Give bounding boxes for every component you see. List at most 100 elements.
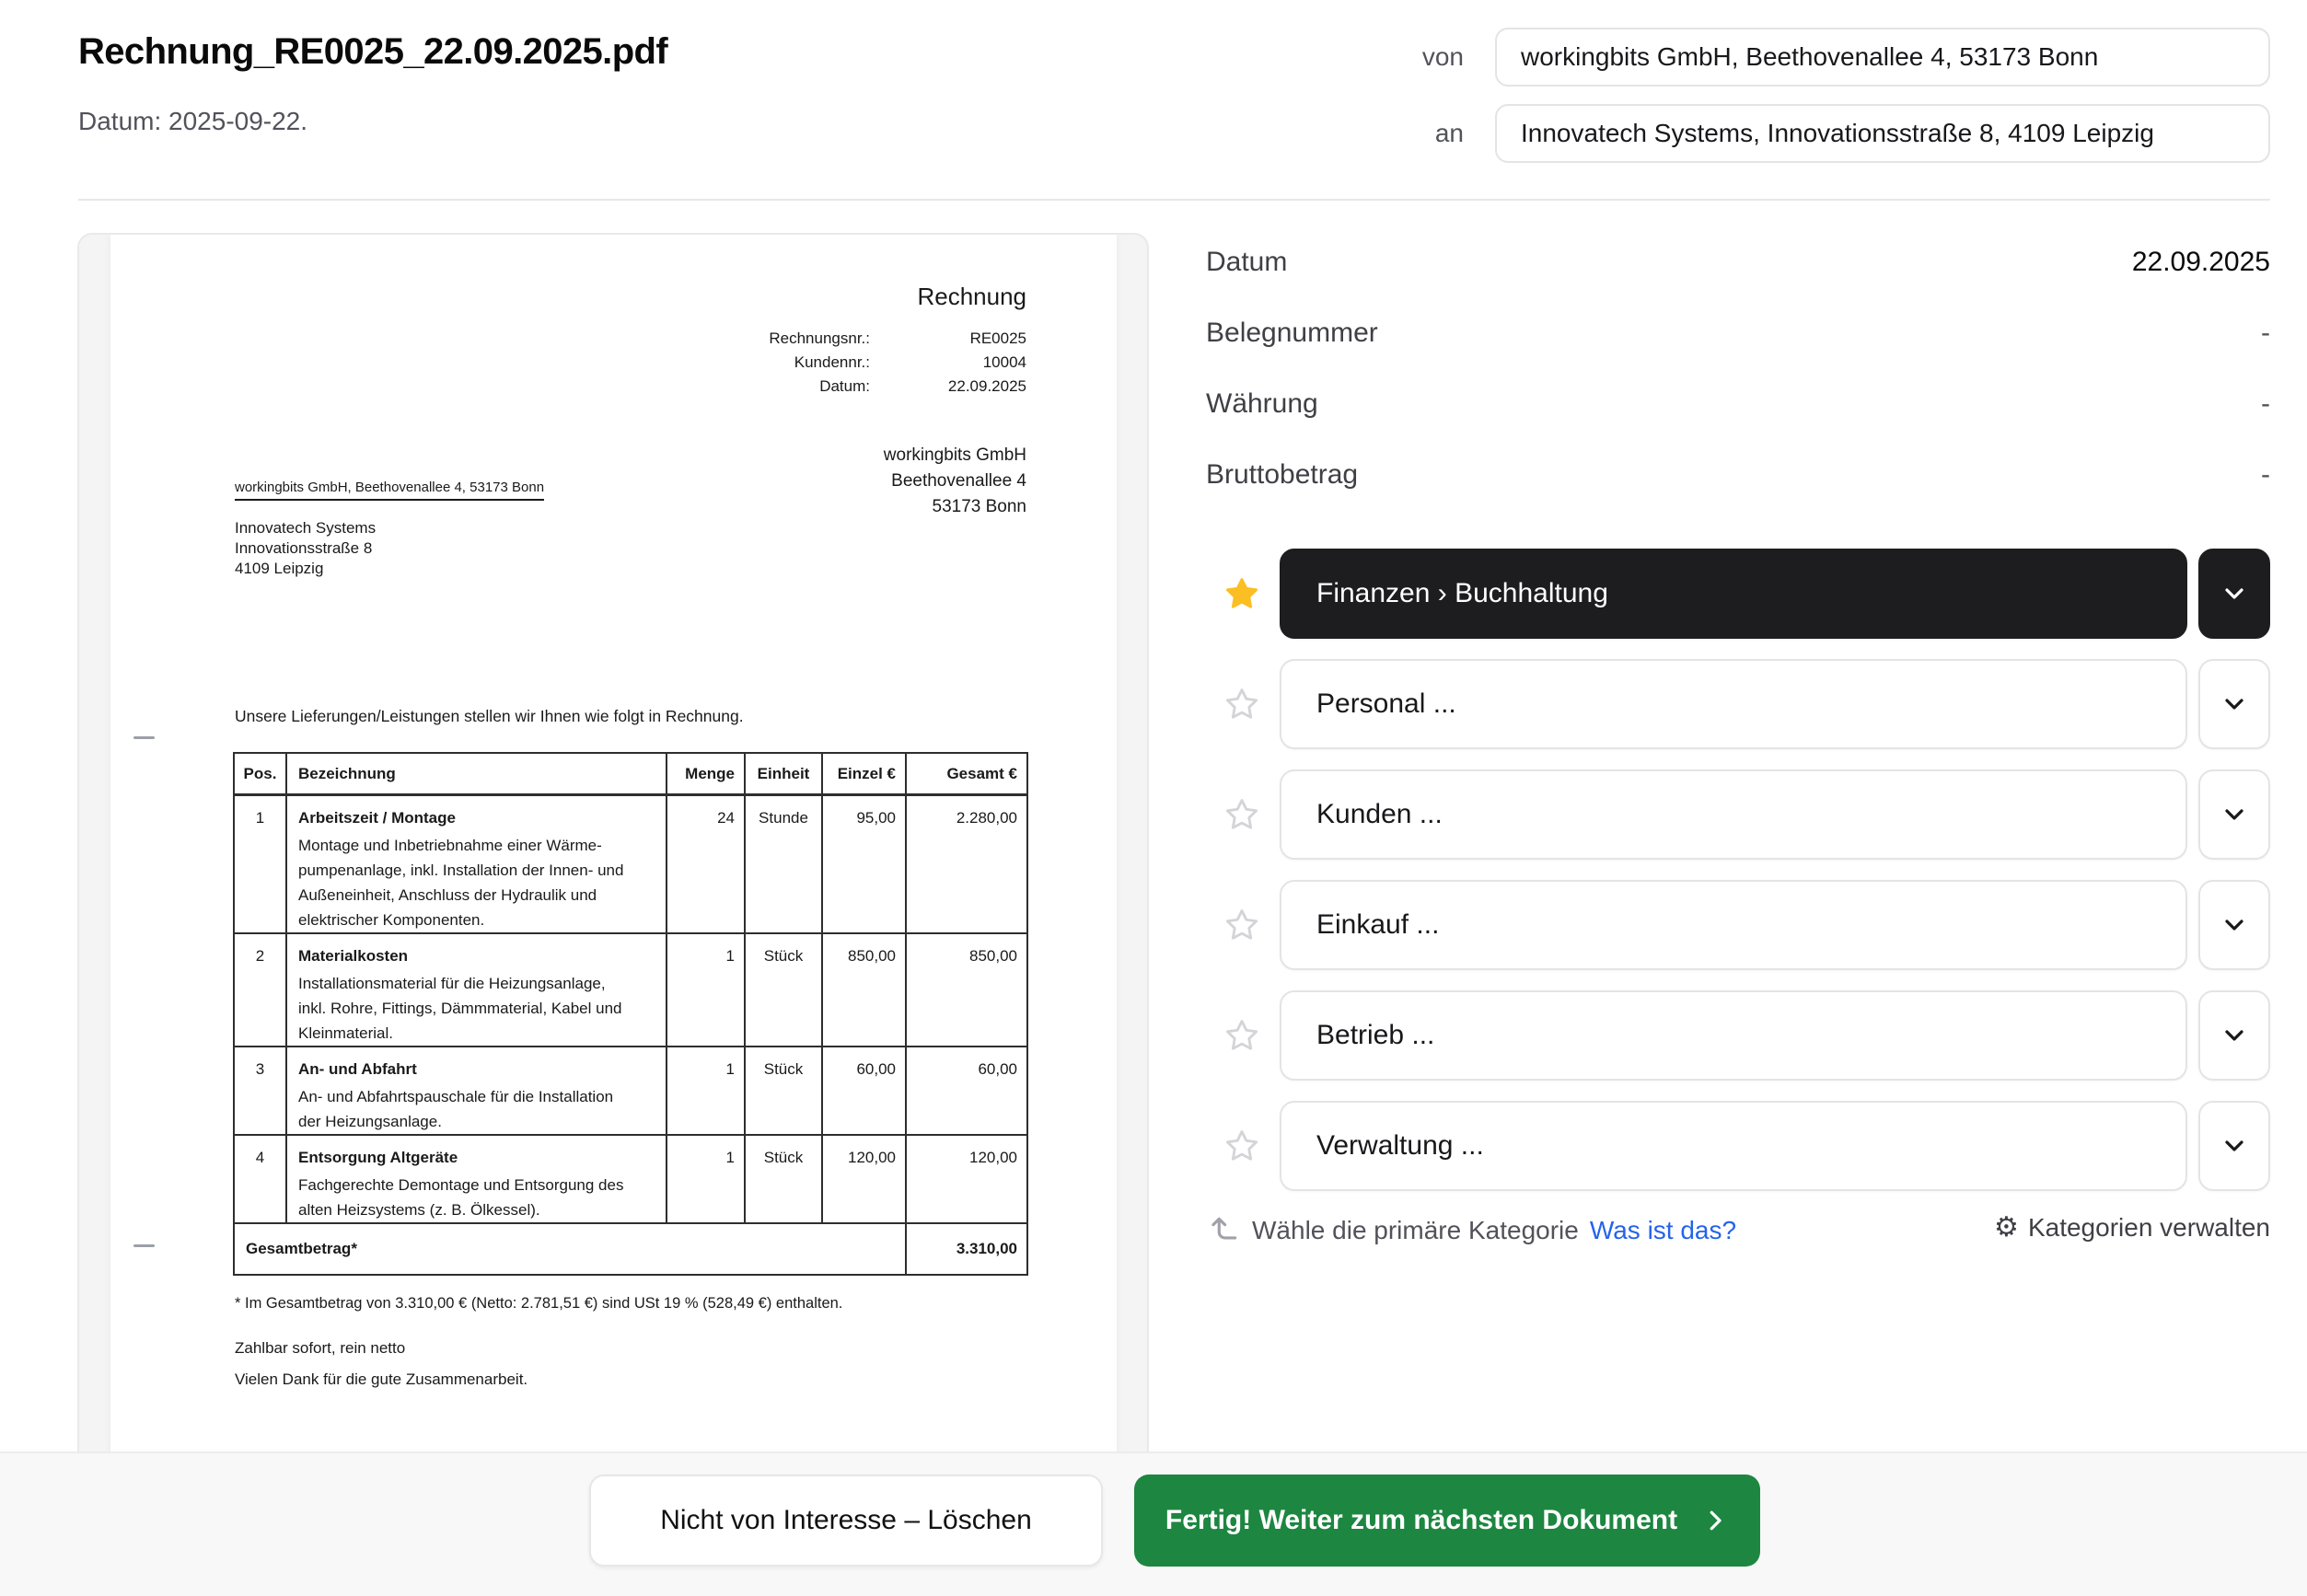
delete-document-button[interactable]: Nicht von Interesse – Löschen [589,1475,1103,1567]
category-button[interactable]: Finanzen › Buchhaltung [1280,549,2187,639]
item-description-line: Installationsmaterial für die Heizungsan… [298,971,655,996]
invoice-table-header-cell: Pos. [235,754,287,793]
invoice-total-label: Gesamtbetrag* [235,1224,907,1274]
item-description: Installationsmaterial für die Heizungsan… [298,971,655,1046]
invoice-meta-row: Datum:22.09.2025 [769,375,1026,399]
metadata-panel: Datum 22.09.2025 Belegnummer- Währung - Brutt… [1206,237,2270,521]
invoice-heading: Rechnung [917,283,1026,311]
to-input[interactable] [1495,104,2270,163]
manage-categories-button[interactable]: ⚙ Kategorien verwalten [1994,1213,2270,1243]
category-list: Finanzen › Buchhaltung Personal ... Kunden… [1206,549,2270,1211]
item-description-cell: Arbeitszeit / Montage Montage und Inbetri… [287,796,667,932]
category-button[interactable]: Personal ... [1280,659,2187,749]
recipient-address-line: Innovatech Systems [235,518,376,538]
invoice-meta-value: 10004 [870,351,1026,375]
metadata-value: 22.09.2025 [2132,247,2270,278]
category-button[interactable]: Kunden ... [1280,769,2187,860]
chevron-down-icon [2220,1131,2249,1161]
done-next-document-label: Fertig! Weiter zum nächsten Dokument [1165,1505,1677,1536]
invoice-total-row: Gesamtbetrag*3.310,00 [235,1224,1026,1274]
item-description-line: pumpenanlage, inkl. Installation der Inn… [298,858,655,883]
category-expand-button[interactable] [2198,990,2270,1081]
category-expand-button[interactable] [2198,769,2270,860]
invoice-table-row: 1Arbeitszeit / MontageMontage und Inbetr… [235,796,1026,934]
done-next-document-button[interactable]: Fertig! Weiter zum nächsten Dokument [1134,1475,1760,1567]
item-pos-cell: 4 [235,1136,287,1222]
item-name: Entsorgung Altgeräte [298,1149,655,1167]
favorite-star-button[interactable] [1206,1101,1280,1191]
invoice-meta-block: Rechnungsnr.:RE0025Kundennr.:10004Datum:… [769,327,1026,399]
invoice-meta-row: Rechnungsnr.:RE0025 [769,327,1026,351]
invoice-meta-value: RE0025 [870,327,1026,351]
metadata-value: - [2261,388,2270,420]
item-unit-price-cell: 95,00 [823,796,907,932]
what-is-this-link[interactable]: Was ist das? [1590,1216,1736,1245]
invoice-intro-text: Unsere Lieferungen/Leistungen stellen wi… [235,707,744,726]
primary-category-hint: Wähle die primäre Kategorie [1252,1216,1579,1245]
metadata-value: - [2261,318,2270,349]
item-pos-cell: 3 [235,1047,287,1134]
item-quantity-cell: 1 [667,1047,746,1134]
invoice-table-row: 2 Materialkosten Installationsmaterial für… [235,934,1026,1047]
item-unit-cell: Stück [746,1047,823,1134]
item-description: Montage und Inbetriebnahme einer Wärme-p… [298,833,655,932]
metadata-row: Belegnummer- [1206,308,2270,379]
star-outline-icon [1224,908,1259,943]
invoice-table-header-cell: Bezeichnung [287,754,667,793]
item-total-cell: 850,00 [907,934,1026,1046]
header-divider [78,199,2270,201]
category-button[interactable]: Verwaltung ... [1280,1101,2187,1191]
recipient-address-line: 4109 Leipzig [235,559,376,579]
favorite-star-button[interactable] [1206,659,1280,749]
item-name: Materialkosten [298,947,655,966]
favorite-star-button[interactable] [1206,549,1280,639]
item-description-line: Außeneinheit, Anschluss der Hydraulik un… [298,883,655,908]
pdf-preview-card[interactable]: Rechnung Rechnungsnr.:RE0025Kundennr.:10… [77,233,1149,1451]
item-pos-cell: 2 [235,934,287,1046]
category-button[interactable]: Betrieb ... [1280,990,2187,1081]
invoice-meta-value: 22.09.2025 [870,375,1026,399]
category-expand-button[interactable] [2198,1101,2270,1191]
favorite-star-button[interactable] [1206,990,1280,1081]
invoice-recipient-address: Innovatech SystemsInnovationsstraße 8410… [235,518,376,579]
item-description: An- und Abfahrtspauschale für die Instal… [298,1084,655,1134]
manage-categories-label: Kategorien verwalten [2028,1213,2270,1243]
favorite-star-button[interactable] [1206,769,1280,860]
star-outline-icon [1224,687,1259,722]
from-input[interactable] [1495,28,2270,87]
item-description-line: Fachgerechte Demontage und Entsorgung de… [298,1173,655,1197]
category-row: Finanzen › Buchhaltung [1206,549,2270,639]
invoice-table-header: Pos.BezeichnungMengeEinheitEinzel €Gesam… [235,754,1026,796]
invoice-table-header-cell: Einheit [746,754,823,793]
category-row: Personal ... [1206,659,2270,749]
metadata-label: Datum [1206,247,1287,278]
item-unit-price-cell: 850,00 [823,934,907,1046]
favorite-star-button[interactable] [1206,880,1280,970]
item-description-line: An- und Abfahrtspauschale für die Instal… [298,1084,655,1109]
category-expand-button[interactable] [2198,659,2270,749]
category-expand-button[interactable] [2198,880,2270,970]
star-filled-icon [1224,576,1259,611]
item-name: An- und Abfahrt [298,1060,655,1079]
metadata-row: Währung - [1206,379,2270,450]
category-row: Einkauf ... [1206,880,2270,970]
invoice-meta-label: Kundennr.: [794,351,870,375]
category-row: Betrieb ... [1206,990,2270,1081]
invoice-meta-label: Rechnungsnr.: [769,327,870,351]
document-date-subtitle: Datum: 2025-09-22. [78,107,307,136]
item-description-cell: An- und Abfahrt An- und Abfahrtspauschale… [287,1047,667,1134]
item-description-line: alten Heizsystems (z. B. Ölkessel). [298,1197,655,1222]
chevron-down-icon [2220,1021,2249,1050]
invoice-meta-row: Kundennr.:10004 [769,351,1026,375]
metadata-label: Bruttobetrag [1206,459,1358,491]
sender-address-line: Beethovenallee 4 [884,468,1026,494]
corner-left-up-arrow-icon [1206,1213,1241,1248]
category-button[interactable]: Einkauf ... [1280,880,2187,970]
sender-address-line: 53173 Bonn [884,494,1026,520]
pdf-page: Rechnung Rechnungsnr.:RE0025Kundennr.:10… [110,235,1117,1451]
metadata-label: Währung [1206,388,1318,420]
invoice-sender-address: workingbits GmbHBeethovenallee 453173 Bo… [884,443,1026,520]
invoice-table-row: 3 An- und Abfahrt An- und Abfahrtspauschal… [235,1047,1026,1136]
category-expand-button[interactable] [2198,549,2270,639]
item-name: Arbeitszeit / Montage [298,809,655,827]
